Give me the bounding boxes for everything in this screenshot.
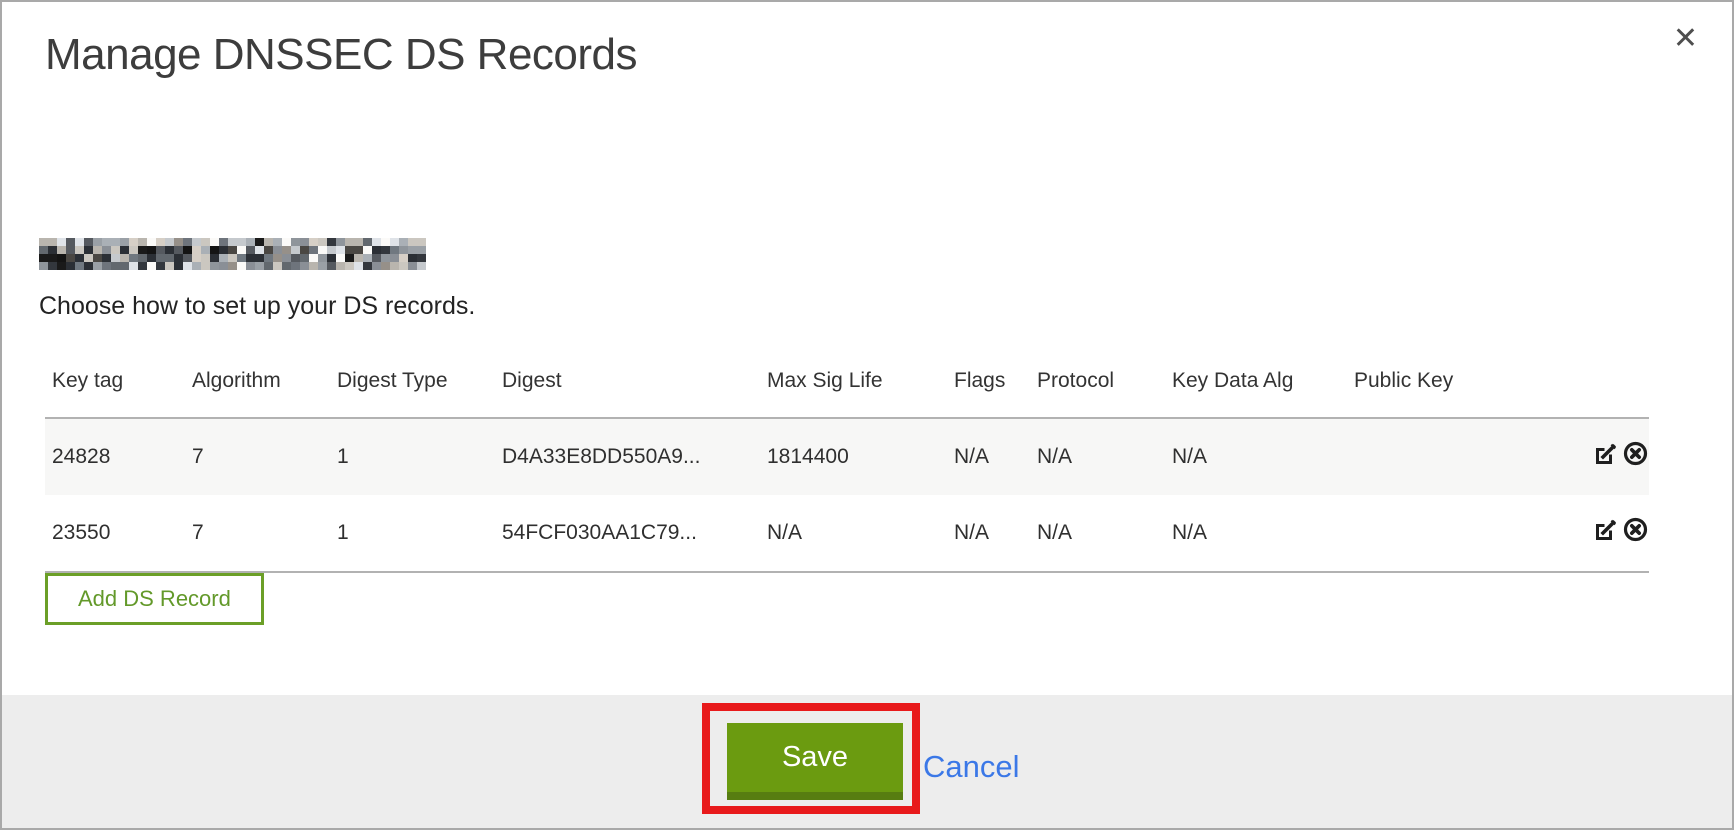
cell-digest-type: 1 <box>330 495 495 572</box>
col-header-key-data-alg: Key Data Alg <box>1165 343 1347 418</box>
col-header-protocol: Protocol <box>1030 343 1165 418</box>
cell-key-data-alg: N/A <box>1165 418 1347 495</box>
edit-icon[interactable] <box>1593 517 1619 549</box>
cell-protocol: N/A <box>1030 418 1165 495</box>
edit-icon[interactable] <box>1593 441 1619 473</box>
cell-key-tag: 23550 <box>45 495 185 572</box>
col-header-public-key: Public Key <box>1347 343 1515 418</box>
dialog-title: Manage DNSSEC DS Records <box>45 30 637 80</box>
table-header-row: Key tag Algorithm Digest Type Digest Max… <box>45 343 1649 418</box>
col-header-max-sig-life: Max Sig Life <box>760 343 947 418</box>
dnssec-ds-records-dialog: Manage DNSSEC DS Records ✕ Choose how to… <box>0 0 1734 830</box>
col-header-actions <box>1515 343 1649 418</box>
cell-digest-type: 1 <box>330 418 495 495</box>
table-row: 24828 7 1 D4A33E8DD550A9... 1814400 N/A … <box>45 418 1649 495</box>
cell-max-sig-life: N/A <box>760 495 947 572</box>
row-actions <box>1515 418 1649 495</box>
setup-instruction-text: Choose how to set up your DS records. <box>39 292 475 321</box>
delete-icon[interactable] <box>1622 516 1649 549</box>
add-ds-record-button[interactable]: Add DS Record <box>45 573 264 625</box>
cell-algorithm: 7 <box>185 495 330 572</box>
save-button[interactable]: Save <box>727 723 903 800</box>
col-header-digest: Digest <box>495 343 760 418</box>
redacted-domain-name <box>39 238 426 270</box>
cell-protocol: N/A <box>1030 495 1165 572</box>
col-header-key-tag: Key tag <box>45 343 185 418</box>
cell-key-data-alg: N/A <box>1165 495 1347 572</box>
delete-icon[interactable] <box>1622 440 1649 473</box>
table-row: 23550 7 1 54FCF030AA1C79... N/A N/A N/A … <box>45 495 1649 572</box>
close-icon[interactable]: ✕ <box>1673 24 1698 54</box>
col-header-digest-type: Digest Type <box>330 343 495 418</box>
cell-public-key <box>1347 495 1515 572</box>
cell-public-key <box>1347 418 1515 495</box>
cell-flags: N/A <box>947 418 1030 495</box>
col-header-flags: Flags <box>947 343 1030 418</box>
row-actions <box>1515 495 1649 572</box>
cell-key-tag: 24828 <box>45 418 185 495</box>
col-header-algorithm: Algorithm <box>185 343 330 418</box>
cell-digest: 54FCF030AA1C79... <box>495 495 760 572</box>
cell-max-sig-life: 1814400 <box>760 418 947 495</box>
cell-algorithm: 7 <box>185 418 330 495</box>
cancel-link[interactable]: Cancel <box>923 749 1020 785</box>
cell-digest: D4A33E8DD550A9... <box>495 418 760 495</box>
ds-records-table: Key tag Algorithm Digest Type Digest Max… <box>45 343 1649 573</box>
cell-flags: N/A <box>947 495 1030 572</box>
